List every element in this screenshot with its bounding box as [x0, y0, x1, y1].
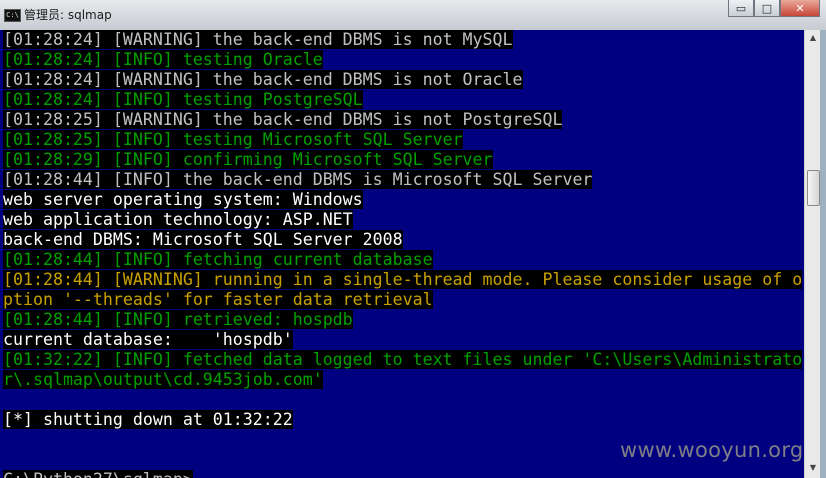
console-app-icon[interactable]: C:\: [4, 9, 21, 22]
console-line-text: C:\Python27\sqlmap>: [3, 470, 193, 478]
console-line: [01:32:22] [INFO] fetched data logged to…: [0, 350, 804, 370]
console-line: current database: 'hospdb': [0, 330, 804, 350]
console-line: [01:28:24] [INFO] testing PostgreSQL: [0, 90, 804, 110]
console-line: [01:28:25] [WARNING] the back-end DBMS i…: [0, 110, 804, 130]
window-title: 管理员: sqlmap: [24, 8, 112, 22]
console-line-text: back-end DBMS: Microsoft SQL Server 2008: [3, 230, 403, 249]
console-line-text: [01:28:44] [WARNING] running in a single…: [3, 270, 803, 289]
console-line: web application technology: ASP.NET: [0, 210, 804, 230]
console-line-text: [01:28:44] [INFO] fetching current datab…: [3, 250, 433, 269]
scroll-down-icon[interactable]: ▼: [807, 462, 819, 474]
scrollbar-thumb[interactable]: [807, 170, 820, 206]
window-controls: ▭ □ ✕: [728, 0, 820, 18]
console-line-text: [01:28:25] [INFO] testing Microsoft SQL …: [3, 130, 463, 149]
console-line-text: ption '--threads' for faster data retrie…: [3, 290, 433, 309]
scroll-up-icon[interactable]: ▲: [807, 32, 819, 44]
console-line-text: r\.sqlmap\output\cd.9453job.com': [3, 370, 323, 389]
console-line: [01:28:44] [INFO] retrieved: hospdb: [0, 310, 804, 330]
vertical-scrollbar[interactable]: ▲ ▼: [804, 30, 821, 478]
console-line-text: [01:28:29] [INFO] confirming Microsoft S…: [3, 150, 493, 169]
console-line-text: [01:28:24] [INFO] testing PostgreSQL: [3, 90, 363, 109]
console-line: [01:28:29] [INFO] confirming Microsoft S…: [0, 150, 804, 170]
console-line-text: web server operating system: Windows: [3, 190, 363, 209]
window-border: [820, 30, 826, 478]
console-line-text: [01:28:24] [INFO] testing Oracle: [3, 50, 323, 69]
console-line-text: [01:28:24] [WARNING] the back-end DBMS i…: [3, 30, 513, 49]
maximize-button[interactable]: □: [754, 0, 780, 17]
console-line: [01:28:24] [WARNING] the back-end DBMS i…: [0, 30, 804, 50]
console-line: [01:28:24] [INFO] testing Oracle: [0, 50, 804, 70]
title-bar[interactable]: C:\ 管理员: sqlmap ▭ □ ✕: [0, 0, 826, 30]
console-line: [*] shutting down at 01:32:22: [0, 410, 804, 430]
console-line: C:\Python27\sqlmap>: [0, 470, 804, 478]
console-line-text: [01:28:24] [WARNING] the back-end DBMS i…: [3, 70, 523, 89]
console-line-text: [01:28:44] [INFO] retrieved: hospdb: [3, 310, 353, 329]
console-line-text: [01:28:44] [INFO] the back-end DBMS is M…: [3, 170, 593, 189]
console-line-text: current database: 'hospdb': [3, 330, 293, 349]
console-line-text: [*] shutting down at 01:32:22: [3, 410, 293, 429]
console-line: back-end DBMS: Microsoft SQL Server 2008: [0, 230, 804, 250]
console-line: [01:28:24] [WARNING] the back-end DBMS i…: [0, 70, 804, 90]
console-line: [01:28:25] [INFO] testing Microsoft SQL …: [0, 130, 804, 150]
console-line: web server operating system: Windows: [0, 190, 804, 210]
watermark: www.wooyun.org: [620, 438, 804, 462]
close-button[interactable]: ✕: [780, 0, 820, 17]
console-output[interactable]: [01:28:24] [WARNING] the back-end DBMS i…: [0, 30, 804, 478]
console-line: ption '--threads' for faster data retrie…: [0, 290, 804, 310]
console-line-text: [01:32:22] [INFO] fetched data logged to…: [3, 350, 803, 369]
minimize-button[interactable]: ▭: [728, 0, 754, 17]
console-line: [01:28:44] [INFO] the back-end DBMS is M…: [0, 170, 804, 190]
console-line: [01:28:44] [INFO] fetching current datab…: [0, 250, 804, 270]
console-line: r\.sqlmap\output\cd.9453job.com': [0, 370, 804, 390]
console-line-text: [01:28:25] [WARNING] the back-end DBMS i…: [3, 110, 563, 129]
console-line: [01:28:44] [WARNING] running in a single…: [0, 270, 804, 290]
console-line-text: web application technology: ASP.NET: [3, 210, 353, 229]
